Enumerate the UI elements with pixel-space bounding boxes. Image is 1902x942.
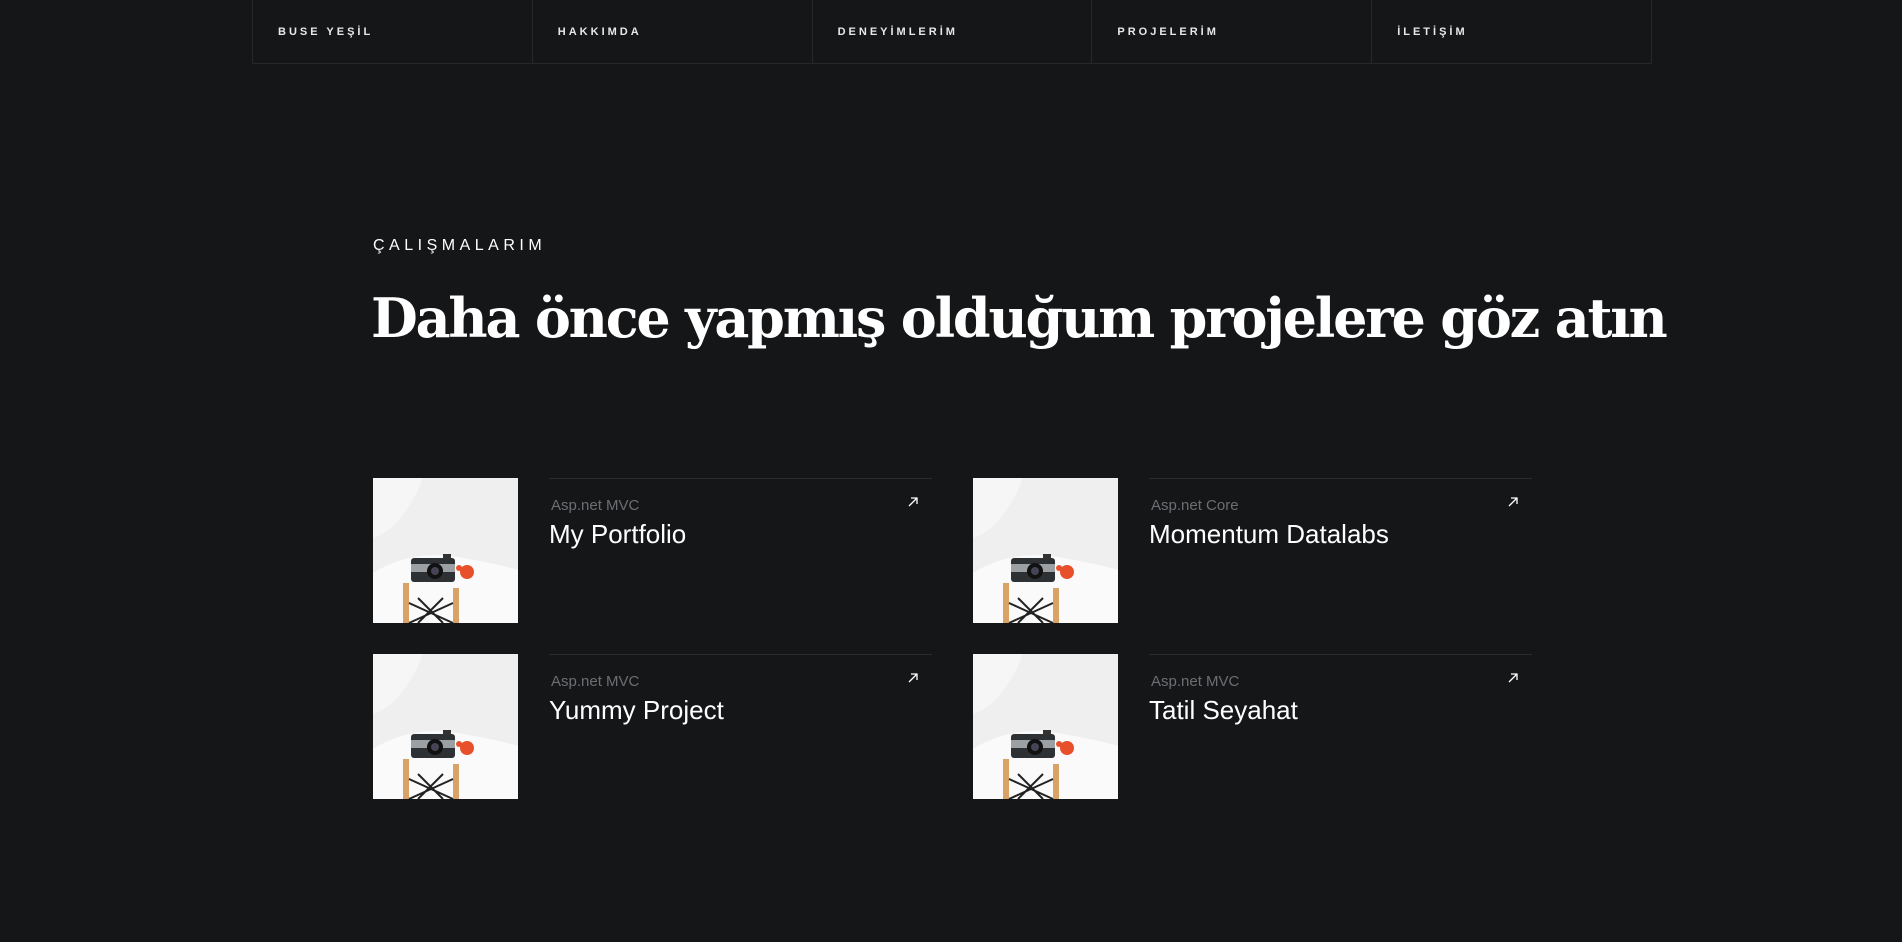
arrow-up-right-icon[interactable] — [1506, 671, 1520, 685]
project-thumbnail — [973, 478, 1118, 623]
project-title[interactable]: My Portfolio — [549, 519, 686, 550]
project-tech: Asp.net MVC — [551, 497, 640, 514]
project-tech: Asp.net MVC — [1151, 673, 1240, 690]
project-info: Asp.net MVC Yummy Project — [549, 654, 932, 800]
project-thumbnail — [973, 654, 1118, 799]
nav-item-about[interactable]: HAKKIMDA — [533, 0, 813, 63]
project-card[interactable]: Asp.net Core Momentum Datalabs — [973, 478, 1553, 623]
project-thumbnail — [373, 478, 518, 623]
arrow-up-right-icon[interactable] — [906, 671, 920, 685]
project-info: Asp.net MVC Tatil Seyahat — [1149, 654, 1532, 800]
project-thumbnail — [373, 654, 518, 799]
nav-item-experience[interactable]: DENEYİMLERİM — [813, 0, 1093, 63]
nav-item-contact[interactable]: İLETİŞİM — [1372, 0, 1652, 63]
project-card[interactable]: Asp.net MVC Tatil Seyahat — [973, 654, 1553, 799]
project-tech: Asp.net MVC — [551, 673, 640, 690]
project-info: Asp.net MVC My Portfolio — [549, 478, 932, 624]
nav-item-home[interactable]: BUSE YEŞİL — [253, 0, 533, 63]
project-title[interactable]: Momentum Datalabs — [1149, 519, 1389, 550]
project-title[interactable]: Yummy Project — [549, 695, 724, 726]
project-card[interactable]: Asp.net MVC My Portfolio — [373, 478, 953, 623]
arrow-up-right-icon[interactable] — [906, 495, 920, 509]
project-info: Asp.net Core Momentum Datalabs — [1149, 478, 1532, 624]
section-eyebrow: ÇALIŞMALARIM — [373, 237, 547, 254]
top-navigation: BUSE YEŞİL HAKKIMDA DENEYİMLERİM PROJELE… — [252, 0, 1652, 64]
section-headline: Daha önce yapmış olduğum projelere göz a… — [371, 286, 1668, 350]
project-tech: Asp.net Core — [1151, 497, 1239, 514]
nav-item-projects[interactable]: PROJELERİM — [1092, 0, 1373, 63]
project-title[interactable]: Tatil Seyahat — [1149, 695, 1298, 726]
arrow-up-right-icon[interactable] — [1506, 495, 1520, 509]
project-card[interactable]: Asp.net MVC Yummy Project — [373, 654, 953, 799]
